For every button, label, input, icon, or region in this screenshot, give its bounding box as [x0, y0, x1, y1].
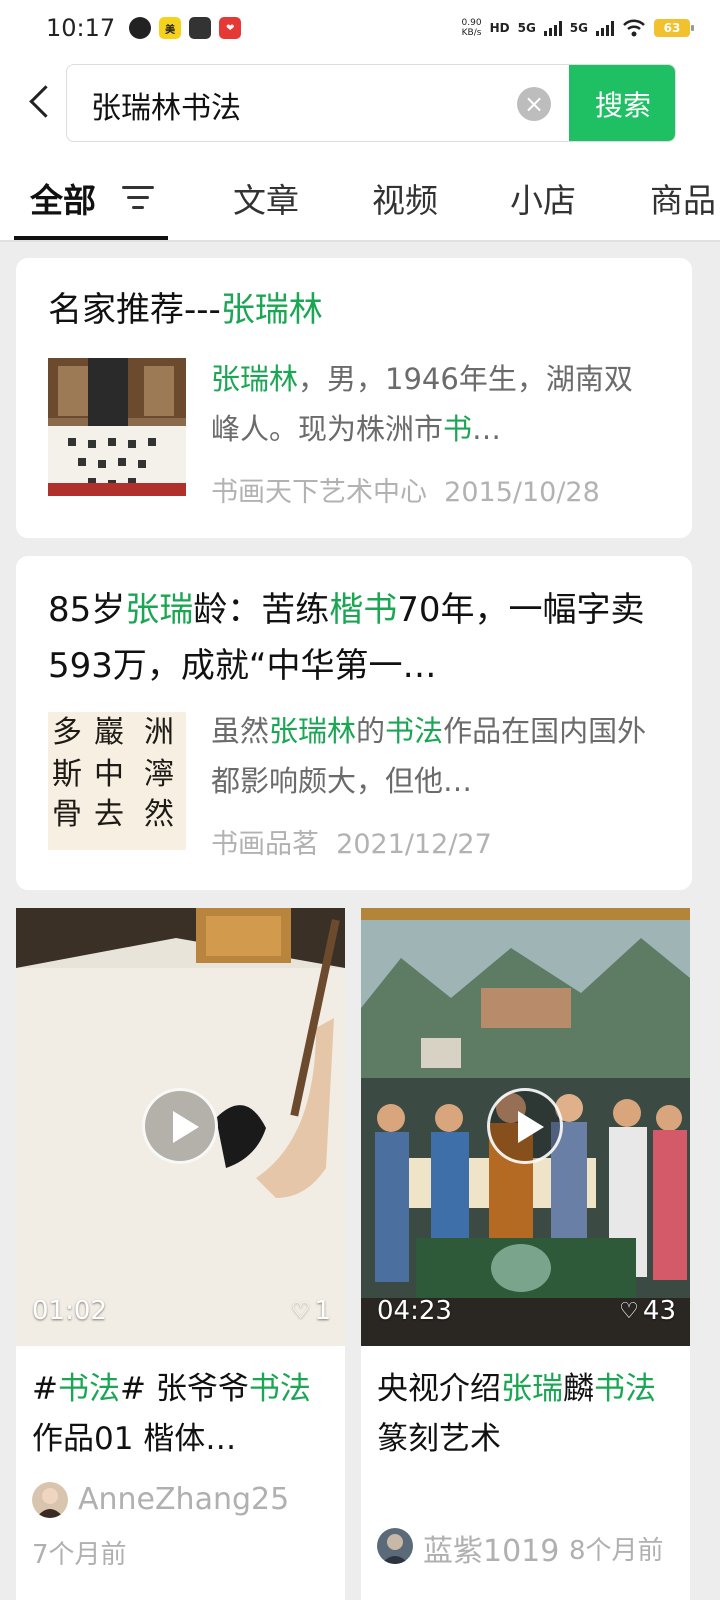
heart-icon: ♡ [619, 1298, 639, 1324]
result-summary: 虽然张瑞林的书法作品在国内国外都影响颇大，但他… [211, 706, 651, 806]
title-text: 麟 [563, 1371, 594, 1407]
result-card[interactable]: 名家推荐---张瑞林 张瑞林，男，1946年生，湖南双峰人。现为株洲市书… 书画… [16, 258, 692, 538]
back-icon[interactable] [22, 78, 62, 126]
video-author[interactable]: 蓝紫1019 [423, 1526, 559, 1570]
svg-text:洲: 洲 [144, 715, 174, 750]
wifi-icon [623, 19, 645, 37]
summary-highlight: 张瑞林 [269, 714, 357, 748]
summary-text: 的 [356, 714, 386, 748]
video-duration: 01:02 [32, 1296, 107, 1326]
title-text: 名家推荐--- [48, 290, 221, 330]
clear-icon[interactable]: × [517, 87, 551, 121]
video-thumbnail[interactable]: 04:23 ♡ 43 [361, 908, 690, 1346]
svg-text:中: 中 [94, 757, 124, 792]
result-title: 名家推荐---张瑞林 [48, 282, 668, 338]
network-speed: 0.90 KB/s [462, 18, 482, 38]
result-thumbnail [48, 358, 186, 496]
search-header: 张瑞林书法 × 搜索 [0, 56, 720, 152]
video-card[interactable]: 01:02 ♡ 1 #书法# 张爷爷书法作品01 楷体… AnneZhang25 … [16, 908, 345, 1600]
heart-icon: ♡ [290, 1298, 311, 1324]
title-highlight: 张瑞林 [220, 290, 323, 330]
result-meta: 书画天下艺术中心 2015/10/28 [211, 470, 600, 509]
result-source: 书画天下艺术中心 [211, 477, 427, 508]
app-notification-icon: ❤ [219, 17, 242, 39]
signal-bars-icon [543, 20, 562, 36]
title-highlight: 张瑞 [501, 1371, 563, 1407]
play-icon[interactable] [487, 1088, 563, 1164]
network-speed-unit: KB/s [461, 28, 482, 38]
avatar[interactable] [32, 1482, 68, 1518]
signal-bars-icon-2 [596, 20, 614, 36]
title-text: 龄：苦练 [193, 590, 330, 630]
summary-ellipsis: … [472, 412, 502, 446]
result-card[interactable]: 85岁张瑞龄：苦练楷书70年，一幅字卖593万，成就“中华第一… 多巖洲 斯中濘… [16, 556, 692, 890]
search-button[interactable]: 搜索 [569, 65, 675, 141]
summary-highlight-2: 书 [443, 412, 473, 446]
tab-bar: 全部 文章 视频 小店 商品 [0, 152, 720, 242]
title-highlight: 书法 [594, 1371, 656, 1407]
status-time: 10:17 [46, 14, 116, 42]
svg-text:去: 去 [94, 797, 124, 832]
video-thumbnail[interactable]: 01:02 ♡ 1 [16, 908, 345, 1346]
title-highlight: 书法 [57, 1371, 120, 1407]
svg-text:巖: 巖 [94, 715, 124, 750]
video-time: 8个月前 [569, 1536, 664, 1566]
result-date: 2015/10/28 [444, 477, 600, 508]
likes-count: 43 [642, 1296, 676, 1326]
tab-articles[interactable]: 文章 [233, 174, 299, 222]
mail-notification-icon [189, 17, 212, 39]
svg-text:多: 多 [52, 715, 82, 750]
tab-all[interactable]: 全部 [30, 174, 96, 222]
title-text: 央视介绍 [377, 1371, 501, 1407]
video-likes: ♡ 1 [291, 1296, 331, 1326]
video-title: 央视介绍张瑞麟书法篆刻艺术 [377, 1364, 677, 1464]
svg-text:濘: 濘 [144, 757, 174, 792]
battery-icon: 63 [654, 19, 694, 37]
network-speed-value: 0.90 [461, 18, 482, 28]
svg-text:斯: 斯 [52, 757, 82, 792]
summary-text: 虽然 [211, 714, 270, 748]
notification-icons: 美 ❤ [129, 17, 242, 39]
chat-notification-icon [129, 17, 152, 39]
title-text: 篆刻艺术 [377, 1421, 501, 1457]
summary-highlight: 书法 [385, 714, 444, 748]
video-time: 7个月前 [32, 1540, 127, 1570]
video-card[interactable]: 04:23 ♡ 43 央视介绍张瑞麟书法篆刻艺术 蓝紫1019 8个月前 [361, 908, 690, 1600]
title-highlight: 书法 [248, 1371, 311, 1407]
video-author[interactable]: AnneZhang25 [78, 1482, 289, 1517]
signal-label-1: 5G [517, 21, 536, 35]
search-input[interactable]: 张瑞林书法 [91, 83, 241, 127]
result-summary: 张瑞林，男，1946年生，湖南双峰人。现为株洲市书… [211, 354, 651, 454]
title-text: # 张爷爷 [119, 1371, 249, 1407]
meituan-notification-icon: 美 [159, 17, 182, 39]
filter-icon[interactable] [122, 184, 154, 210]
title-highlight: 楷书 [329, 590, 398, 630]
result-meta: 书画品茗 2021/12/27 [211, 822, 492, 861]
tab-videos[interactable]: 视频 [372, 174, 438, 222]
tab-goods[interactable]: 商品 [650, 174, 716, 222]
summary-highlight: 张瑞林 [211, 362, 299, 396]
result-source: 书画品茗 [211, 829, 319, 860]
status-bar: 10:17 美 ❤ 0.90 KB/s HD 5G 5G 63 [0, 0, 720, 56]
video-duration: 04:23 [377, 1296, 452, 1326]
title-text: 85岁 [48, 590, 126, 630]
video-likes: ♡ 43 [619, 1296, 676, 1326]
result-date: 2021/12/27 [336, 829, 492, 860]
title-text: 作品01 楷体… [32, 1421, 237, 1457]
divider [0, 240, 720, 242]
tab-shops[interactable]: 小店 [510, 174, 576, 222]
avatar[interactable] [377, 1528, 413, 1564]
result-title: 85岁张瑞龄：苦练楷书70年，一幅字卖593万，成就“中华第一… [48, 582, 668, 694]
result-thumbnail: 多巖洲 斯中濘 骨去然 [48, 712, 186, 850]
signal-label-2: 5G [569, 21, 588, 35]
hd-icon: HD [489, 21, 510, 35]
search-box: 张瑞林书法 × 搜索 [66, 64, 676, 142]
svg-text:骨: 骨 [52, 797, 82, 832]
title-text: # [32, 1371, 58, 1407]
likes-count: 1 [314, 1296, 331, 1326]
title-highlight: 张瑞 [125, 590, 194, 630]
play-icon[interactable] [142, 1088, 218, 1164]
svg-text:然: 然 [144, 797, 174, 832]
video-title: #书法# 张爷爷书法作品01 楷体… [32, 1364, 332, 1464]
